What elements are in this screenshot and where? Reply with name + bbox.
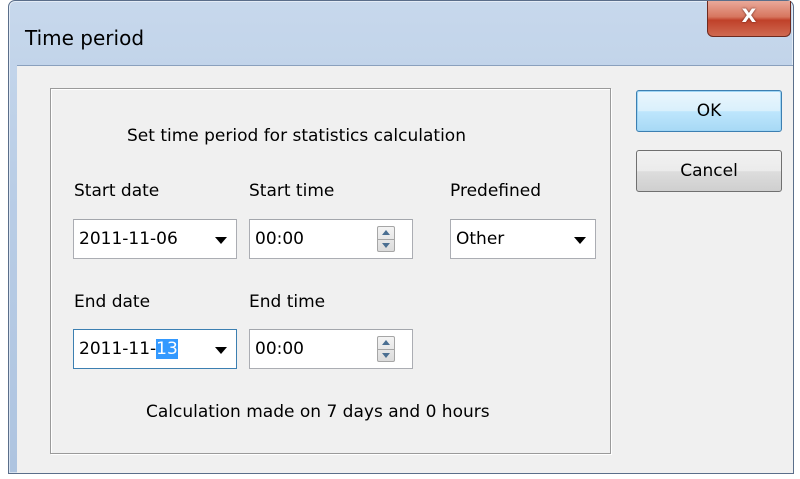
start-time-label: Start time xyxy=(249,181,335,201)
spin-up-icon[interactable] xyxy=(382,230,390,235)
spin-down-icon[interactable] xyxy=(382,353,390,358)
start-time-stepper[interactable]: 00:00 xyxy=(249,219,413,259)
start-date-label: Start date xyxy=(74,181,160,201)
close-button[interactable]: X xyxy=(707,1,791,37)
end-date-picker[interactable]: 2011-11-13 xyxy=(73,329,237,369)
end-time-value: 00:00 xyxy=(255,339,304,359)
start-date-picker[interactable]: 2011-11-06 xyxy=(73,219,237,259)
end-time-label: End time xyxy=(249,292,326,312)
title-bar[interactable]: Time period X xyxy=(9,1,793,71)
end-date-selected-day: 13 xyxy=(156,339,178,359)
cancel-button[interactable]: Cancel xyxy=(636,150,782,192)
end-date-label: End date xyxy=(74,292,151,312)
end-time-stepper[interactable]: 00:00 xyxy=(249,329,413,369)
spin-up-icon[interactable] xyxy=(382,340,390,345)
end-date-value: 2011-11-13 xyxy=(79,339,178,359)
predefined-label: Predefined xyxy=(450,181,542,201)
chevron-down-icon[interactable] xyxy=(215,347,227,354)
chevron-down-icon[interactable] xyxy=(215,237,227,244)
spinner-divider xyxy=(378,239,394,240)
spin-updown-icon[interactable] xyxy=(377,226,395,252)
time-period-group: Set time period for statistics calculati… xyxy=(50,88,611,454)
start-time-value: 00:00 xyxy=(255,229,304,249)
predefined-value: Other xyxy=(456,229,505,249)
dialog-title: Time period xyxy=(25,26,145,50)
group-heading: Set time period for statistics calculati… xyxy=(127,126,466,146)
spinner-divider xyxy=(378,349,394,350)
dialog-client-area: Set time period for statistics calculati… xyxy=(17,65,793,473)
dialog-window: Time period X Set time period for statis… xyxy=(8,0,794,474)
chevron-down-icon[interactable] xyxy=(574,237,586,244)
ok-button[interactable]: OK xyxy=(636,90,782,132)
start-date-value: 2011-11-06 xyxy=(79,229,178,249)
end-date-value-prefix: 2011-11- xyxy=(79,339,157,359)
spin-updown-icon[interactable] xyxy=(377,336,395,362)
spin-down-icon[interactable] xyxy=(382,243,390,248)
predefined-select[interactable]: Other xyxy=(450,219,596,259)
calculation-summary: Calculation made on 7 days and 0 hours xyxy=(146,402,490,422)
close-icon: X xyxy=(741,5,757,27)
